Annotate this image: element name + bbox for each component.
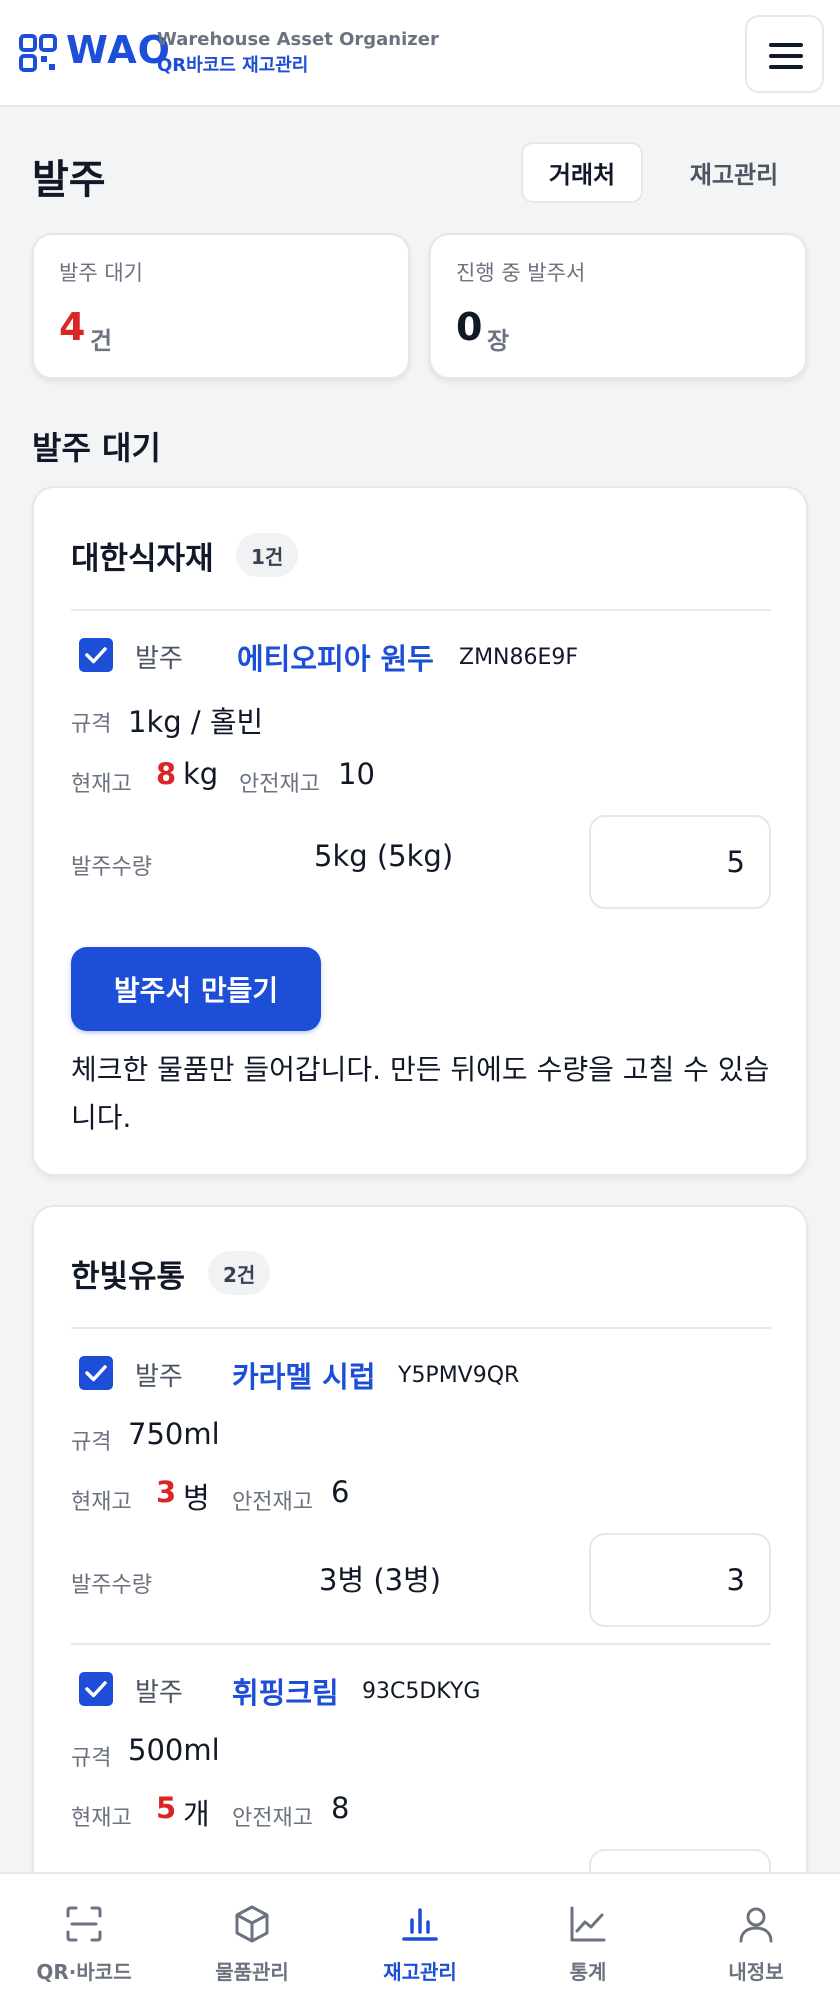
spec-value: 1kg / 홀빈 <box>128 705 264 739</box>
section-title: 발주 대기 <box>32 429 161 467</box>
stock-label: 현재고 <box>71 1490 132 1515</box>
nav-my-info[interactable]: 내정보 <box>672 1874 840 2000</box>
brand-subtitle: Warehouse Asset Organizer <box>157 29 439 50</box>
nav-statistics[interactable]: 통계 <box>504 1874 672 2000</box>
item-count-badge: 2건 <box>208 1251 271 1295</box>
stock-value: 3 <box>156 1475 177 1509</box>
order-qty-text: 5kg (5kg) <box>314 839 454 873</box>
nav-label: 재고관리 <box>383 1960 457 1984</box>
nav-label: 내정보 <box>728 1960 784 1984</box>
safety-stock-label: 안전재고 <box>239 772 320 797</box>
stock-value: 5 <box>156 1791 177 1825</box>
safety-stock-label: 안전재고 <box>232 1490 313 1515</box>
spec-value: 750ml <box>128 1417 220 1451</box>
safety-stock-value: 10 <box>338 757 375 791</box>
qr-logo-icon <box>19 34 57 72</box>
supplier-name: 한빛유통 <box>71 1259 186 1295</box>
nav-items[interactable]: 물품관리 <box>168 1874 336 2000</box>
nav-label: QR·바코드 <box>36 1960 132 1984</box>
nav-label: 물품관리 <box>215 1960 289 1984</box>
stat-value: 4 <box>59 305 86 349</box>
hamburger-menu-button[interactable] <box>745 15 824 93</box>
order-checkbox[interactable] <box>79 638 113 672</box>
top-header: WAO Warehouse Asset Organizer QR바코드 재고관리 <box>0 0 840 107</box>
stock-unit: 개 <box>183 1797 210 1831</box>
stock-unit: kg <box>183 757 219 791</box>
stat-label: 발주 대기 <box>59 261 143 285</box>
item-code: Y5PMV9QR <box>398 1363 520 1388</box>
nav-inventory[interactable]: 재고관리 <box>336 1874 504 2000</box>
checkbox-label: 발주 <box>135 644 183 674</box>
order-qty-label: 발주수량 <box>71 1573 152 1598</box>
nav-label: 통계 <box>569 1960 607 1984</box>
item-code: 93C5DKYG <box>362 1679 481 1704</box>
box-icon <box>235 1905 269 1943</box>
checkmark-icon <box>85 1681 107 1698</box>
hamburger-menu-icon <box>769 43 803 47</box>
brand-logo: WAO <box>66 28 171 72</box>
supplier-name: 대한식자재 <box>71 541 214 577</box>
page-title: 발주 <box>32 157 106 203</box>
item-code: ZMN86E9F <box>459 645 579 670</box>
nav-qr-barcode[interactable]: QR·바코드 <box>0 1874 168 2000</box>
order-checkbox[interactable] <box>79 1672 113 1706</box>
item-name-link[interactable]: 휘핑크림 <box>232 1670 339 1712</box>
checkmark-icon <box>85 1365 107 1382</box>
order-item: 발주 휘핑크림 93C5DKYG 규격 500ml 현재고 5 개 안전재고 8 <box>34 1645 810 1943</box>
pending-orders-card: 발주 대기 4 건 <box>32 233 410 379</box>
stat-label: 진행 중 발주서 <box>456 261 586 285</box>
stat-unit: 장 <box>487 327 510 355</box>
item-name-link[interactable]: 카라멜 시럽 <box>232 1354 376 1396</box>
checkmark-icon <box>85 647 107 664</box>
stock-unit: 병 <box>183 1481 210 1515</box>
spec-value: 500ml <box>128 1733 220 1767</box>
item-name-link[interactable]: 에티오피아 원두 <box>237 636 434 678</box>
spec-label: 규격 <box>71 1430 112 1455</box>
brand-tagline: QR바코드 재고관리 <box>157 55 309 76</box>
order-qty-input[interactable] <box>589 1533 771 1627</box>
stat-value: 0 <box>456 305 483 349</box>
order-qty-label: 발주수량 <box>71 855 152 880</box>
tab-inventory[interactable]: 재고관리 <box>660 142 808 203</box>
order-qty-text: 3병 (3병) <box>319 1563 442 1597</box>
stock-label: 현재고 <box>71 772 132 797</box>
stat-unit: 건 <box>90 327 113 355</box>
order-item: 발주 카라멜 시럽 Y5PMV9QR 규격 750ml 현재고 3 병 안전재고… <box>34 1329 810 1627</box>
checkbox-label: 발주 <box>135 1678 183 1708</box>
supplier-card: 대한식자재 1건 발주 에티오피아 원두 ZMN86E9F 규격 1kg / 홀… <box>32 486 808 1176</box>
order-qty-input[interactable] <box>589 815 771 909</box>
tab-supplier[interactable]: 거래처 <box>521 142 643 203</box>
item-count-badge: 1건 <box>236 533 299 577</box>
spec-label: 규격 <box>71 712 112 737</box>
line-chart-icon <box>570 1906 606 1942</box>
safety-stock-label: 안전재고 <box>232 1806 313 1831</box>
create-order-button[interactable]: 발주서 만들기 <box>71 947 321 1031</box>
in-progress-orders-card: 진행 중 발주서 0 장 <box>429 233 807 379</box>
user-icon <box>739 1907 773 1943</box>
safety-stock-value: 6 <box>331 1475 350 1509</box>
stock-label: 현재고 <box>71 1806 132 1831</box>
bottom-nav: QR·바코드 물품관리 재고관리 통계 내정보 <box>0 1872 840 2000</box>
help-text: 체크한 물품만 들어갑니다. 만든 뒤에도 수량을 고칠 수 있습니다. <box>71 1053 770 1134</box>
bar-chart-icon <box>402 1908 438 1941</box>
safety-stock-value: 8 <box>331 1791 350 1825</box>
order-item: 발주 에티오피아 원두 ZMN86E9F 규격 1kg / 홀빈 현재고 8 k… <box>34 611 810 909</box>
spec-label: 규격 <box>71 1746 112 1771</box>
stock-value: 8 <box>156 757 177 791</box>
order-checkbox[interactable] <box>79 1356 113 1390</box>
checkbox-label: 발주 <box>135 1362 183 1392</box>
qr-scan-icon <box>66 1906 102 1942</box>
